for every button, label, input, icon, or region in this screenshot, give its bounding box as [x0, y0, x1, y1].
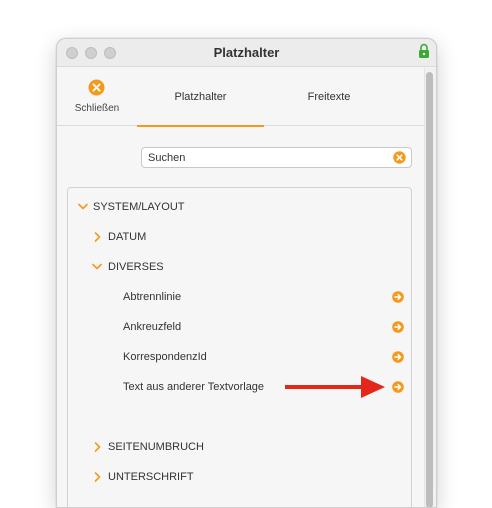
title-bar: Platzhalter: [57, 39, 436, 67]
chevron-down-icon: [78, 203, 88, 210]
chevron-right-icon: [94, 442, 101, 452]
arrow-right-circle-icon[interactable]: [392, 381, 404, 393]
tab-freitexte[interactable]: Freitexte: [264, 68, 394, 126]
tree-leaf-korrespondenzid[interactable]: KorrespondenzId: [123, 347, 408, 367]
tree-node-unterschrift[interactable]: UNTERSCHRIFT: [94, 467, 394, 487]
tree-node-seitenumbruch[interactable]: SEITENUMBRUCH: [94, 437, 394, 457]
tab-bar: Schließen Platzhalter Freitexte: [57, 68, 436, 127]
search-box: [141, 147, 412, 168]
scrollbar-thumb[interactable]: [426, 72, 433, 507]
tree-node-label: SEITENUMBRUCH: [108, 441, 204, 453]
chevron-down-icon: [92, 263, 102, 270]
tree-leaf-abtrennlinie[interactable]: Abtrennlinie: [123, 287, 408, 307]
tree-leaf-label: Ankreuzfeld: [123, 321, 182, 333]
arrow-right-circle-icon[interactable]: [392, 351, 404, 363]
annotation-arrow-icon: [285, 376, 385, 398]
tree-node-diverses[interactable]: DIVERSES: [92, 257, 392, 277]
tree-node-datum[interactable]: DATUM: [94, 227, 394, 247]
arrow-right-circle-icon[interactable]: [392, 291, 404, 303]
clear-search-icon[interactable]: [393, 151, 406, 164]
tree-leaf-label: KorrespondenzId: [123, 351, 207, 363]
arrow-right-circle-icon[interactable]: [392, 321, 404, 333]
close-circle-icon: [88, 79, 105, 96]
chevron-right-icon: [94, 232, 101, 242]
window-title: Platzhalter: [213, 45, 280, 60]
close-button[interactable]: Schließen: [57, 68, 137, 126]
tab-platzhalter[interactable]: Platzhalter: [137, 68, 264, 127]
tree-leaf-ankreuzfeld[interactable]: Ankreuzfeld: [123, 317, 408, 337]
placeholder-tree: SYSTEM/LAYOUT DATUM DIVERSES Abtrennlini…: [67, 187, 412, 507]
tree-node-label: UNTERSCHRIFT: [108, 471, 194, 483]
tree-leaf-text-aus-anderer-textvorlage[interactable]: Text aus anderer Textvorlage: [123, 377, 288, 397]
platzhalter-window: Platzhalter Schließen Platzhalter Freite…: [56, 38, 437, 508]
tree-leaf-label: Abtrennlinie: [123, 291, 182, 303]
tree-leaf-label: Text aus anderer Textvorlage: [123, 381, 265, 393]
tree-node-label: SYSTEM/LAYOUT: [93, 201, 185, 213]
close-button-label: Schließen: [74, 103, 120, 114]
lock-icon: [419, 43, 429, 58]
tree-node-system-layout[interactable]: SYSTEM/LAYOUT: [78, 197, 398, 217]
chevron-right-icon: [94, 472, 101, 482]
search-input[interactable]: [142, 148, 387, 167]
tree-node-label: DIVERSES: [108, 261, 164, 273]
tree-node-label: DATUM: [108, 231, 147, 243]
